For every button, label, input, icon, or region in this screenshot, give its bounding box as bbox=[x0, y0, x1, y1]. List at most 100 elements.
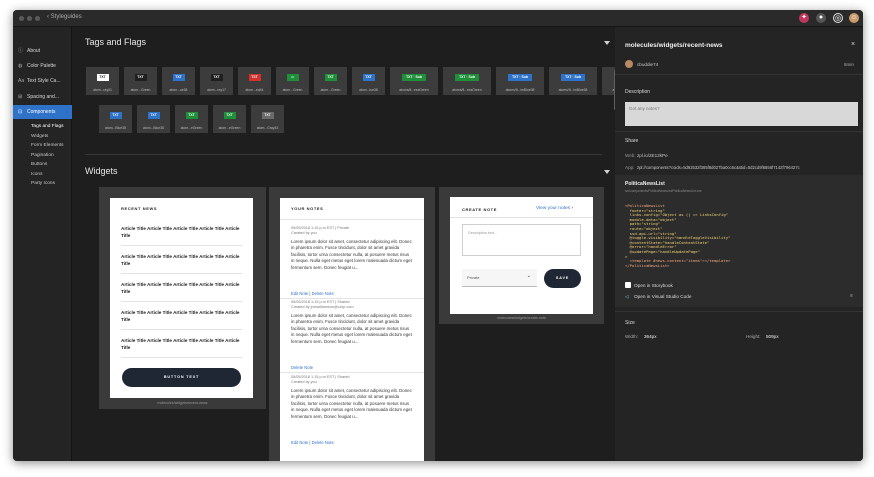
collapse-tags-chevron-icon[interactable] bbox=[604, 41, 610, 45]
tag-tile[interactable]: TXT atom...ray01 bbox=[86, 67, 119, 95]
tag-tile[interactable]: TXT · Sub atoms/fl...essGreen bbox=[390, 67, 438, 95]
sidebar-subitem[interactable]: Form Elements bbox=[31, 143, 64, 148]
tag-tile[interactable]: TXT atom...Green bbox=[314, 67, 347, 95]
code-line: @updatePage="handleUpdatePage" bbox=[625, 249, 700, 254]
sidebar-subitem[interactable]: Pagination bbox=[31, 153, 54, 158]
share-label: Share bbox=[625, 138, 639, 144]
sidebar-subitem[interactable]: Widgets bbox=[31, 134, 48, 139]
sidebar-subitem[interactable]: Party Icons bbox=[31, 181, 55, 186]
settings-sliders-icon[interactable]: ≡ bbox=[850, 293, 853, 299]
tag-tile-name: atom...Green bbox=[282, 88, 303, 92]
tag-tile[interactable]: TXT atom...ray17 bbox=[200, 67, 233, 95]
news-article-link[interactable]: Article Title Article Title Article Titl… bbox=[121, 338, 246, 351]
tag-tile-name: atom...ed44 bbox=[245, 88, 264, 92]
breadcrumb[interactable]: ‹ Styleguides bbox=[47, 14, 82, 20]
avatar[interactable]: ☺ bbox=[849, 13, 859, 23]
tag-tile[interactable]: TXT · Sub atoms/fl...imBlue38 bbox=[549, 67, 597, 95]
tag-badge: TXT bbox=[96, 74, 109, 81]
news-divider bbox=[121, 357, 242, 358]
window-control-close[interactable] bbox=[19, 16, 24, 21]
tag-badge: TXT · Sub bbox=[455, 74, 479, 81]
news-article-link[interactable]: Article Title Article Title Article Titl… bbox=[121, 254, 246, 267]
news-article-link[interactable]: Article Title Article Title Article Titl… bbox=[121, 310, 246, 323]
tag-badge: TXT bbox=[362, 74, 375, 81]
sidebar-item[interactable]: ◍ Color Palette bbox=[13, 59, 72, 73]
view-your-notes-link[interactable]: View your notes › bbox=[536, 206, 573, 211]
size-label: Size bbox=[625, 320, 635, 326]
edit-note-link[interactable]: Edit Note bbox=[291, 440, 308, 445]
spacing-icon: ⊞ bbox=[18, 94, 23, 100]
window-control-minimize[interactable] bbox=[27, 16, 32, 21]
notes-textarea[interactable]: Got any notes? bbox=[625, 102, 858, 126]
widgets-section-title: Widgets bbox=[85, 166, 118, 176]
tags-section-title: Tags and Flags bbox=[85, 37, 147, 47]
tag-badge: TXT bbox=[134, 74, 147, 81]
app-link[interactable]: zpl://components?coids=5d92532f385f8d027… bbox=[637, 165, 800, 170]
tag-tile-name: atom...Gray43 bbox=[256, 126, 279, 130]
delete-note-link[interactable]: Delete Note bbox=[312, 291, 334, 296]
privacy-select[interactable]: Private ⌄ bbox=[462, 269, 537, 287]
create-note-divider bbox=[450, 217, 593, 218]
note-author: Created by you bbox=[291, 231, 317, 235]
back-chevron-icon[interactable]: ‹ bbox=[47, 14, 49, 20]
sidebar-item-label: Text Style Ca... bbox=[27, 78, 61, 84]
tag-tile[interactable]: TXT atom...eGreen bbox=[175, 105, 208, 133]
tag-badge: TXT · Sub bbox=[561, 74, 585, 81]
open-vscode-link[interactable]: ◁ Open in Visual Studio Code bbox=[625, 294, 692, 300]
edit-note-link[interactable]: Edit Note bbox=[291, 291, 308, 296]
tag-tile[interactable]: TXT · Sub atoms/fl...essGreen bbox=[443, 67, 491, 95]
close-icon[interactable]: × bbox=[851, 41, 855, 48]
tag-badge: TXT · Sub bbox=[402, 74, 426, 81]
sidebar-item[interactable]: ⊞ Spacing and... bbox=[13, 90, 72, 104]
tag-tile-name: atom...ray01 bbox=[93, 88, 112, 92]
panel-divider bbox=[615, 131, 863, 132]
web-link[interactable]: zpl.io/2E13kPe bbox=[637, 153, 668, 158]
user-avatar bbox=[625, 60, 633, 68]
window-control-zoom[interactable] bbox=[35, 16, 40, 21]
sidebar-subitem[interactable]: Tags and Flags bbox=[31, 124, 64, 129]
sidebar-item[interactable]: ⓘ About bbox=[13, 44, 72, 58]
tag-badge: TXT bbox=[210, 74, 223, 81]
component-name: PoliticaNewsList bbox=[625, 181, 665, 187]
tag-badge: TXT · Sub bbox=[508, 74, 532, 81]
recent-news-heading: RECENT NEWS bbox=[121, 206, 158, 211]
tag-tile[interactable]: TXT atom...Green bbox=[124, 67, 157, 95]
description-textarea[interactable]: Description text... bbox=[462, 224, 581, 256]
description-label: Description bbox=[625, 89, 651, 95]
tag-tile-name: atom...Blue38 bbox=[143, 126, 164, 130]
help-icon[interactable]: ◎ bbox=[833, 13, 843, 23]
delete-note-link[interactable]: Delete Note bbox=[291, 365, 313, 370]
chevron-right-icon: › bbox=[571, 206, 573, 211]
open-storybook-link[interactable]: Open in Storybook bbox=[625, 282, 673, 288]
tag-tile[interactable]: TXT atom...eGreen bbox=[213, 105, 246, 133]
tag-tile-name: atoms/fl...essGreen bbox=[399, 88, 429, 92]
delete-note-link[interactable]: Delete Note bbox=[312, 440, 334, 445]
create-note-heading: CREATE NOTE bbox=[462, 207, 497, 212]
chevron-down-icon: ⌄ bbox=[526, 273, 531, 279]
tag-tile[interactable]: TXT atom...Blue38 bbox=[137, 105, 170, 133]
tag-tile[interactable]: TXT atom...lue38 bbox=[352, 67, 385, 95]
notifications-icon[interactable]: ● bbox=[816, 13, 826, 23]
news-article-link[interactable]: Article Title Article Title Article Titl… bbox=[121, 226, 246, 239]
tag-tile[interactable]: TXT atom...Gray43 bbox=[251, 105, 284, 133]
panel-divider bbox=[615, 74, 863, 75]
save-button[interactable]: SAVE bbox=[544, 269, 581, 288]
news-divider bbox=[121, 329, 242, 330]
app-label: App: bbox=[625, 165, 635, 170]
note-actions: Edit Note | Delete Note bbox=[291, 291, 334, 296]
news-article-link[interactable]: Article Title Article Title Article Titl… bbox=[121, 282, 246, 295]
sidebar-item[interactable]: ⊡ Components bbox=[13, 105, 72, 119]
collapse-widgets-chevron-icon[interactable] bbox=[604, 170, 610, 174]
tag-tile[interactable]: TXT atom...ue38 bbox=[162, 67, 195, 95]
tag-tile[interactable]: TXT atom...ed44 bbox=[238, 67, 271, 95]
sidebar-subitem[interactable]: Icons bbox=[31, 172, 42, 177]
tag-tile[interactable]: TXT · Sub atoms/fl...imBlue38 bbox=[496, 67, 544, 95]
team-icon[interactable]: ✦ bbox=[799, 13, 809, 23]
sidebar-item[interactable]: Aa Text Style Ca... bbox=[13, 74, 72, 88]
tag-tile[interactable]: ◘ atom...Green bbox=[276, 67, 309, 95]
notes-placeholder: Got any notes? bbox=[629, 106, 660, 111]
sidebar-subitem[interactable]: Buttons bbox=[31, 162, 47, 167]
tag-tile[interactable]: TXT atom...Blue38 bbox=[99, 105, 132, 133]
recent-news-caption: molecules/widgets/recent-news bbox=[157, 401, 208, 405]
button-text-button[interactable]: BUTTON TEXT bbox=[122, 368, 241, 387]
